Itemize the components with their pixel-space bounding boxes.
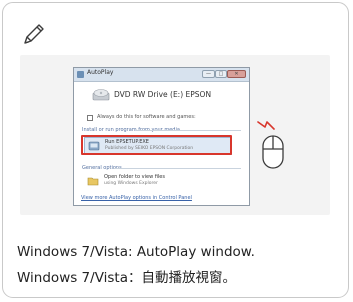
open-option-title: Open folder to view files	[104, 174, 165, 180]
always-checkbox[interactable]	[87, 115, 93, 121]
minimize-icon: —	[206, 71, 211, 77]
open-option-subtitle: using Windows Explorer	[104, 181, 158, 186]
dvd-drive-icon	[92, 89, 110, 101]
control-panel-link[interactable]: View more AutoPlay options in Control Pa…	[81, 195, 192, 201]
pencil-icon	[24, 24, 44, 44]
minimize-button[interactable]: —	[202, 70, 215, 78]
section-divider	[136, 130, 241, 131]
folder-icon	[87, 177, 99, 186]
open-folder-option[interactable]: Open folder to view files using Windows …	[84, 173, 232, 191]
autoplay-app-icon	[77, 71, 84, 78]
always-checkbox-label: Always do this for software and games:	[97, 114, 196, 120]
close-icon: ✕	[234, 71, 239, 77]
mouse-click-icon	[257, 121, 284, 169]
drive-label: DVD RW Drive (E:) EPSON	[114, 90, 212, 99]
section-divider	[114, 168, 241, 169]
close-button[interactable]: ✕	[227, 70, 246, 78]
caption-chinese: Windows 7/Vista：自動播放視窗。	[17, 270, 236, 286]
window-titlebar[interactable]: AutoPlay — □ ✕	[74, 68, 249, 82]
maximize-icon: □	[218, 71, 224, 77]
maximize-button[interactable]: □	[215, 70, 227, 78]
run-option-highlight	[81, 135, 232, 155]
window-title: AutoPlay	[87, 69, 114, 76]
caption-english: Windows 7/Vista: AutoPlay window.	[17, 244, 255, 260]
